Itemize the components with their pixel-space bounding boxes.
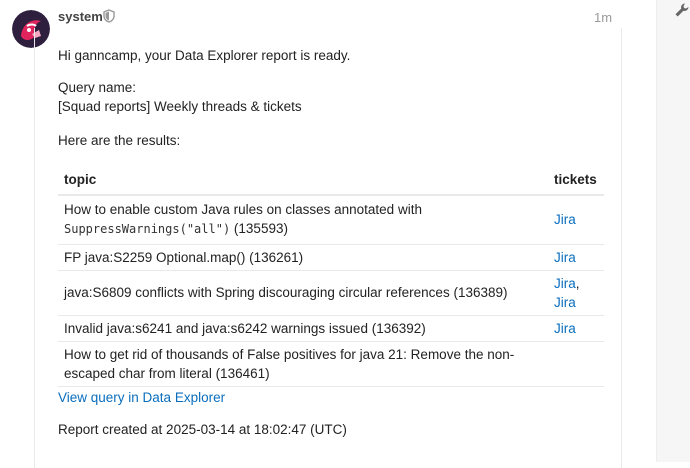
topic-id: (135593) [230,221,288,237]
greeting-text: Hi ganncamp, your Data Explorer report i… [58,48,351,63]
table-row: How to enable custom Java rules on class… [58,195,604,245]
code-snippet: SuppressWarnings("all") [64,222,231,237]
shield-icon [103,9,115,23]
tickets-cell: Jira [548,244,604,271]
tickets-cell: Jira [548,315,604,342]
jira-link[interactable]: Jira [554,276,576,291]
topic-sidebar [656,0,690,462]
column-header-topic: topic [58,165,548,196]
query-label: Query name: [58,80,137,95]
tickets-cell: Jira [548,195,604,245]
jira-link[interactable]: Jira [554,250,576,265]
post-username[interactable]: system [58,9,103,24]
table-row: java:S6809 conflicts with Spring discour… [58,270,604,316]
jira-link[interactable]: Jira [554,321,576,336]
column-header-tickets: tickets [548,165,604,196]
wrench-icon[interactable] [674,2,690,18]
topic-text: How to enable custom Java rules on class… [64,202,422,218]
topic-cell: How to enable custom Java rules on class… [58,195,548,245]
ticket-separator: , [575,275,580,291]
topic-cell: FP java:S2259 Optional.map() (136261) [58,244,548,271]
topic-cell: Invalid java:s6241 and java:s6242 warnin… [58,315,548,342]
results-label: Here are the results: [58,133,181,148]
table-row: FP java:S2259 Optional.map() (136261) Ji… [58,244,604,271]
results-table: topic tickets How to enable custom Java … [58,165,604,387]
topic-cell: How to get rid of thousands of False pos… [58,341,548,387]
table-row: Invalid java:s6241 and java:s6242 warnin… [58,315,604,342]
jira-link[interactable]: Jira [554,295,576,310]
view-query-link[interactable]: View query in Data Explorer [58,388,225,407]
table-header-row: topic tickets [58,165,604,196]
query-name: [Squad reports] Weekly threads & tickets [58,99,302,114]
report-created-text: Report created at 2025-03-14 at 18:02:47… [58,422,347,437]
topic-cell: java:S6809 conflicts with Spring discour… [58,270,548,316]
tickets-cell [548,341,604,387]
table-row: How to get rid of thousands of False pos… [58,341,604,387]
jira-link[interactable]: Jira [554,212,576,227]
tickets-cell: Jira, Jira [548,270,604,316]
post-timestamp[interactable]: 1m [594,10,612,25]
